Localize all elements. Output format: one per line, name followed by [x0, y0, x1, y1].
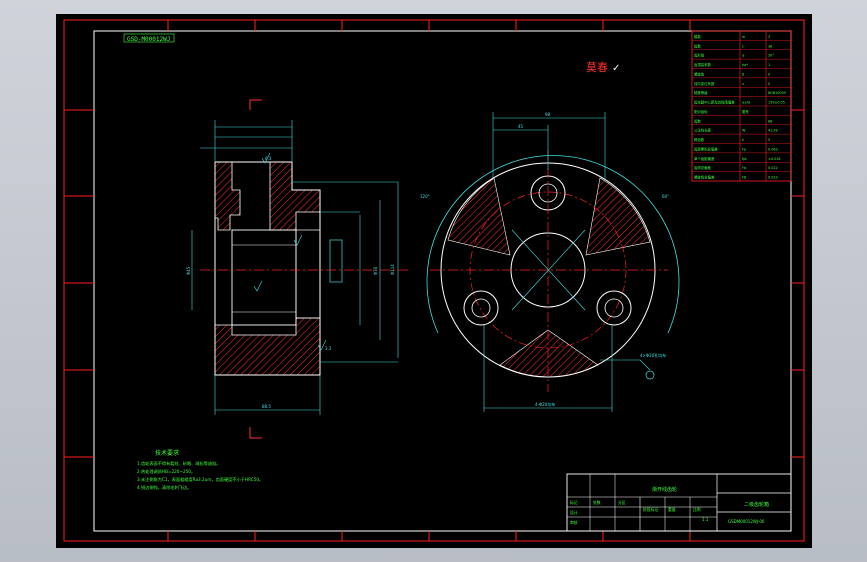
section-hatch-lower [214, 317, 321, 376]
title-label-review: 审核 [570, 520, 578, 525]
part-code-stamp: GSD-M00012WJ [127, 36, 170, 43]
param-cell: 图号 [742, 109, 749, 114]
param-cell: 0.023 [768, 176, 778, 180]
param-cell: 齿形角 [694, 53, 704, 58]
tech-req-title: 技术要求 [155, 449, 179, 457]
param-cell: 8GB10095 [768, 91, 786, 95]
keyway [295, 229, 321, 319]
param-cell: 0.022 [768, 166, 778, 170]
param-cell: 159±0.05 [768, 101, 785, 105]
param-cell: x [742, 82, 744, 86]
param-cell: 0 [768, 82, 770, 86]
title-label-count: 处数 [593, 500, 601, 505]
tech-req-line-2: 2.热处理调质HB=220~250。 [137, 468, 195, 475]
param-cell: 3 [768, 35, 770, 39]
param-cell: 20° [768, 54, 774, 58]
title-material: 渐开线齿轮 [652, 486, 677, 493]
designer-mark: 莫春 [586, 61, 608, 74]
param-cell: 螺旋角 [694, 71, 704, 76]
dim-main-dia: Φ114 [390, 264, 395, 275]
param-cell: 齿数 [694, 43, 701, 48]
param-cell: α [742, 54, 745, 58]
title-label-stage: 阶段标记 [643, 507, 658, 512]
dim-overall-width: 88.5 [262, 404, 271, 409]
tech-req-line-4: 4.锐边倒钝，清除毛刺飞边。 [137, 484, 191, 491]
param-cell: 0 [768, 72, 770, 76]
title-block: 渐开线齿轮 二级齿轮箱 GSDM00012WJ-00 1:1 标记 处数 分区 … [566, 473, 792, 532]
tech-requirements: 技术要求 1.齿轮表面不得有裂纹、砂眼、疏松等缺陷。 2.热处理调质HB=220… [137, 449, 263, 491]
param-cell: 精度等级 [694, 90, 708, 95]
section-marker-bottom [249, 427, 262, 439]
dim-angle-right: 60° [662, 194, 669, 199]
tech-req-line-1: 1.齿轮表面不得有裂纹、砂眼、疏松等缺陷。 [137, 460, 221, 467]
section-hatch-upper-right [269, 161, 321, 231]
dim-hub-dia: Φ70 [373, 266, 378, 275]
title-label-design: 设计 [570, 510, 578, 515]
param-cell: 螺旋线总偏差 [694, 175, 715, 180]
param-cell: 齿廓总偏差 [694, 165, 712, 170]
param-cell: m [742, 35, 746, 39]
section-view[interactable]: 88.5 Φ114 Φ70 Φ45 3.2 6.3 [186, 99, 410, 439]
param-cell: 68 [768, 119, 772, 123]
dim-top: 98 [545, 112, 551, 117]
front-view[interactable]: 98 45 4-Φ20均布 4×Φ30孔均布 120° 60° [420, 112, 680, 412]
param-cell: 41.28 [768, 129, 778, 133]
param-cell: Fp [742, 147, 746, 151]
bolt-hole-right[interactable] [596, 290, 632, 326]
param-cell: Fβ [742, 176, 746, 180]
param-cell: ha* [742, 63, 748, 67]
dim-hole-callout: 4×Φ30孔均布 [640, 352, 666, 358]
datum-symbol [645, 370, 655, 380]
param-cell: 1 [768, 63, 770, 67]
param-cell: 5 [768, 138, 770, 142]
title-label-weight: 重量 [668, 507, 676, 512]
hatch-sector-left [447, 177, 511, 256]
section-hatch-upper [214, 161, 241, 231]
sheet-frame-inner [93, 30, 792, 532]
title-label-zone: 分区 [618, 500, 626, 505]
param-cell: 跨齿数 [694, 137, 705, 142]
title-drawing-no: GSDM00012WJ-00 [728, 519, 765, 524]
param-cell: β [742, 72, 744, 76]
title-part-name: 二级齿轮箱 [744, 501, 769, 508]
param-cell: 公法线长度 [694, 128, 712, 133]
param-cell: 模数 [694, 34, 701, 39]
param-cell: a±fa [742, 101, 750, 105]
param-cell: 配对齿轮 [694, 109, 708, 114]
param-cell: z [742, 44, 744, 48]
param-cell: fpt [742, 157, 747, 161]
param-cell: 齿距累积总偏差 [694, 146, 718, 151]
param-cell: 齿数 [694, 118, 701, 123]
title-label-scale: 比例 [693, 507, 701, 512]
dim-bore-dia: Φ45 [186, 266, 191, 275]
check-mark: ✓ [612, 63, 620, 74]
param-cell: W [742, 129, 746, 133]
dim-angle-left: 120° [420, 194, 430, 199]
title-label-mark: 标记 [570, 500, 578, 505]
param-cell: Fα [742, 166, 747, 170]
param-cell: k [742, 138, 744, 142]
param-cell: 38 [768, 44, 772, 48]
param-table: 模数 m 3 齿数 z 38 齿形角 α 20° 齿顶高系数 ha* 1 螺旋角 β 0 径向变位系数 x 0 精度… [691, 30, 792, 182]
bolt-hole-left[interactable] [463, 290, 499, 326]
param-cell: ±0.018 [768, 157, 781, 161]
param-cell: 径向变位系数 [694, 81, 715, 86]
param-cell: 单个齿距偏差 [694, 156, 715, 161]
dim-bottom: 4-Φ20均布 [535, 401, 555, 407]
dim-left: 45 [518, 124, 524, 129]
section-marker-top [249, 99, 262, 110]
hatch-sector-bottom [499, 329, 599, 378]
param-cell: 0.063 [768, 147, 778, 151]
param-cell: 齿顶高系数 [694, 62, 712, 67]
title-scale: 1:1 [702, 517, 709, 522]
param-cell: 齿轮副中心距及其极限偏差 [694, 100, 735, 105]
drawing-svg: GSD-M00012WJ 莫春 ✓ 88.5 Φ114 Φ70 Φ45 3.2 … [63, 19, 805, 542]
roughness-a: 3.2 [325, 346, 332, 351]
section-bore [231, 229, 297, 326]
tech-req-line-3: 3.未注倒角为C1，表面粗糙度Ra3.2um，齿面硬度不小于HRC50。 [137, 476, 263, 483]
